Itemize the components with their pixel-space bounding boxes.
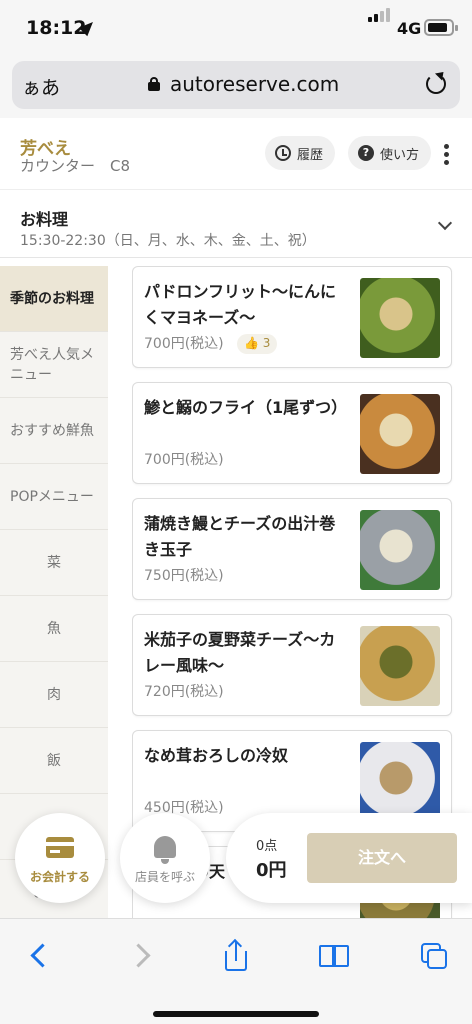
- item-photo: [360, 742, 440, 822]
- menu-item-card[interactable]: 鯵と鰯のフライ（1尾ずつ） 700円(税込): [132, 382, 452, 484]
- order-total: 0円: [256, 860, 287, 881]
- share-icon[interactable]: [217, 937, 257, 977]
- url-text[interactable]: autoreserve.com: [170, 72, 339, 96]
- clock: 18:12: [26, 17, 87, 39]
- help-label: 使い方: [380, 147, 420, 163]
- item-name: 蒲焼き鰻とチーズの出汁巻き玉子: [144, 514, 336, 559]
- item-photo: [360, 278, 440, 358]
- menu-item-card[interactable]: 蒲焼き鰻とチーズの出汁巻き玉子 750円(税込): [132, 498, 452, 600]
- history-label: 履歴: [297, 147, 324, 163]
- help-button[interactable]: ? 使い方: [348, 136, 432, 170]
- item-price: 700円(税込): [144, 336, 224, 352]
- menu-item-card[interactable]: 米茄子の夏野菜チーズ〜カレー風味〜 720円(税込): [132, 614, 452, 716]
- menu-hours: 15:30-22:30（日、月、水、木、金、土、祝）: [20, 233, 316, 249]
- order-summary: 0点 0円 注文へ: [226, 813, 472, 903]
- call-staff-label: 店員を呼ぶ: [134, 870, 195, 884]
- item-photo: [360, 510, 440, 590]
- category-meat[interactable]: 肉: [0, 662, 108, 728]
- place-order-button[interactable]: 注文へ: [307, 833, 457, 883]
- item-price: 720円(税込): [144, 684, 224, 700]
- seat-label: カウンター C8: [20, 157, 131, 175]
- category-popular[interactable]: 芳べえ人気メニュー: [0, 332, 108, 398]
- network-type: 4G: [397, 19, 422, 38]
- item-price: 750円(税込): [144, 568, 224, 584]
- category-pop-menu[interactable]: POPメニュー: [0, 464, 108, 530]
- chevron-down-icon[interactable]: [437, 215, 453, 231]
- address-field[interactable]: ぁあ autoreserve.com: [12, 61, 460, 109]
- reload-icon[interactable]: [426, 74, 446, 94]
- status-bar: 18:12 4G: [0, 0, 472, 58]
- lock-icon: [148, 77, 160, 91]
- item-photo: [360, 394, 440, 474]
- checkout-label: お会計する: [29, 870, 90, 884]
- item-photo: [360, 626, 440, 706]
- call-staff-button[interactable]: 店員を呼ぶ: [120, 813, 210, 903]
- category-fresh-fish[interactable]: おすすめ鮮魚: [0, 398, 108, 464]
- forward-icon[interactable]: [120, 937, 160, 977]
- menu-title: お料理: [20, 210, 69, 229]
- menu-item-card[interactable]: パドロンフリット〜にんにくマヨネーズ〜 700円(税込) 👍 3: [132, 266, 452, 368]
- history-icon: [275, 145, 291, 161]
- item-name: 鯵と鰯のフライ（1尾ずつ）: [144, 398, 348, 417]
- category-seasonal[interactable]: 季節のお料理: [0, 266, 108, 332]
- history-button[interactable]: 履歴: [265, 136, 336, 170]
- bell-icon: [154, 836, 176, 864]
- home-indicator: [153, 1011, 319, 1017]
- menu-selector[interactable]: お料理 15:30-22:30（日、月、水、木、金、土、祝）: [0, 190, 472, 258]
- item-name: パドロンフリット〜にんにくマヨネーズ〜: [144, 282, 337, 327]
- category-vegetable[interactable]: 菜: [0, 530, 108, 596]
- reader-mode-button[interactable]: ぁあ: [22, 73, 60, 100]
- item-price: 700円(税込): [144, 452, 224, 468]
- points-count: 0点: [256, 839, 278, 854]
- battery-icon: [424, 19, 458, 36]
- browser-toolbar: [0, 918, 472, 1024]
- tabs-icon[interactable]: [415, 937, 455, 977]
- bookmarks-icon[interactable]: [315, 937, 355, 977]
- category-rice[interactable]: 飯: [0, 728, 108, 794]
- browser-url-bar: ぁあ autoreserve.com: [0, 58, 472, 118]
- credit-card-icon: [46, 837, 74, 858]
- help-icon: ?: [358, 145, 374, 161]
- back-icon[interactable]: [20, 937, 60, 977]
- shop-header: 芳べえ カウンター C8 履歴 ? 使い方: [0, 118, 472, 190]
- more-menu-icon[interactable]: [444, 144, 450, 168]
- checkout-button[interactable]: お会計する: [15, 813, 105, 903]
- category-fish[interactable]: 魚: [0, 596, 108, 662]
- item-name: 米茄子の夏野菜チーズ〜カレー風味〜: [144, 630, 336, 675]
- like-badge: 👍 3: [237, 334, 278, 354]
- item-name: なめ茸おろしの冷奴: [144, 746, 289, 765]
